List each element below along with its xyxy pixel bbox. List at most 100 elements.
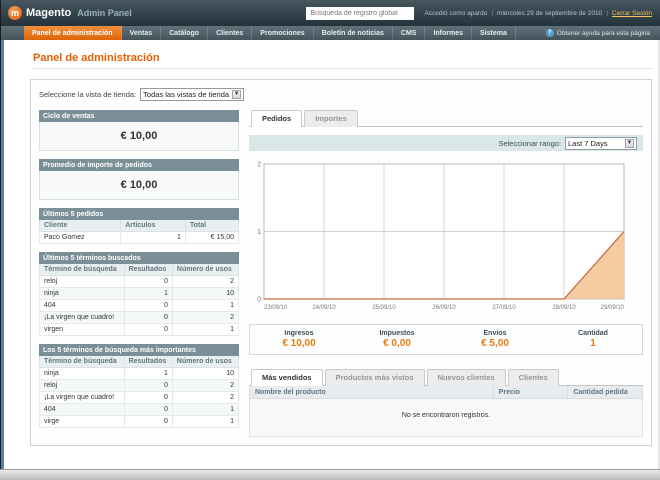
stat-label: Ingresos <box>284 330 314 337</box>
admin-header: m Magento Admin Panel Accedió como apard… <box>0 0 660 26</box>
cell: virgen <box>39 323 125 336</box>
cell: reloj <box>39 379 125 392</box>
range-label: Seleccionar rango: <box>498 138 561 148</box>
global-search-input[interactable] <box>306 6 415 20</box>
table-row[interactable]: virge 0 1 <box>39 415 240 428</box>
cell: 0 <box>123 323 173 336</box>
column-header: Artículos <box>120 220 186 232</box>
cell: Paco Gomez <box>38 231 122 244</box>
table-row[interactable]: ninja 1 10 <box>39 287 240 300</box>
column-header: Término de búsqueda <box>39 264 125 276</box>
tab-importes[interactable]: Importes <box>304 110 358 127</box>
table-row[interactable]: 404 0 1 <box>39 299 240 312</box>
column-header: Cliente <box>38 220 122 232</box>
avg-order-value: € 10,00 <box>39 171 239 200</box>
last-searched-terms-widget: Últimos 5 términos buscados Término de b… <box>39 252 240 336</box>
cell: 1 <box>171 403 240 416</box>
nav-item-ventas[interactable]: Ventas <box>122 26 162 40</box>
browser-bottom-bar <box>0 469 660 480</box>
empty-row: No se encontraron registros. <box>249 398 643 437</box>
table-row[interactable]: virgen 0 1 <box>39 323 240 336</box>
help-label: Obtener ayuda para esta página <box>556 29 650 37</box>
magento-logo-icon: m <box>8 6 22 20</box>
nav-item-informes[interactable]: Informes <box>425 26 473 40</box>
top-search-terms-widget: Los 5 términos de búsqueda más important… <box>39 344 240 428</box>
tab-productos-mas-vistos[interactable]: Productos más vistos <box>324 369 425 386</box>
dashboard-container: Seleccione la vista de tienda: Todas las… <box>30 79 652 446</box>
logo-suffix: Admin Panel <box>77 8 132 18</box>
stat-value: € 5,00 <box>481 338 509 349</box>
column-header: Número de usos <box>171 264 240 276</box>
table-row[interactable]: 404 0 1 <box>39 403 240 416</box>
tab-clientes[interactable]: Clientes <box>507 369 559 386</box>
logout-link[interactable]: Cerrar Sesión <box>612 10 652 17</box>
nav-item-boletin[interactable]: Boletín de noticias <box>314 26 393 40</box>
chevron-down-icon: ▼ <box>625 138 634 148</box>
cell: 2 <box>171 275 240 288</box>
cell: ¡La virgen que cuadro! <box>39 311 125 324</box>
svg-text:24/09/10: 24/09/10 <box>312 305 336 311</box>
cell: 2 <box>171 379 240 392</box>
cell: 1 <box>171 323 240 336</box>
column-header: Número de usos <box>171 356 240 368</box>
table-row[interactable]: reloj 0 2 <box>39 379 240 392</box>
store-view-value: Todas las vistas de tienda <box>143 90 230 99</box>
stat-value: € 0,00 <box>383 338 411 349</box>
table-header-row: Término de búsqueda Resultados Número de… <box>39 356 240 368</box>
stat-value: € 10,00 <box>282 338 316 349</box>
totals-box: Ingresos € 10,00 Impuestos € 0,00 Envíos… <box>249 324 643 355</box>
table-header-row: Cliente Artículos Total <box>38 220 240 232</box>
table-row[interactable]: reloj 0 2 <box>39 275 240 288</box>
store-view-select[interactable]: Todas las vistas de tienda ▼ <box>140 88 245 101</box>
column-header: Resultados <box>123 264 173 276</box>
sales-cycle-widget: Ciclo de ventas € 10,00 <box>39 110 239 151</box>
table-row[interactable]: ¡La virgen que cuadro! 0 2 <box>39 311 240 324</box>
magento-logo: m Magento Admin Panel <box>8 6 132 20</box>
dashboard-right-panel: Pedidos Importes Seleccionar rango: Last… <box>249 110 643 437</box>
svg-text:29/09/10: 29/09/10 <box>601 305 625 311</box>
window-left-edge <box>0 0 1 480</box>
orders-area-chart: 0 1 2 23/09/10 24/09/10 25/09/10 26/09/10 27/09… <box>257 162 625 312</box>
tab-nuevos-clientes[interactable]: Nuevos clientes <box>426 369 506 386</box>
nav-item-promociones[interactable]: Promociones <box>252 26 314 40</box>
dashboard-left-column: Ciclo de ventas € 10,00 Promedio de impo… <box>38 110 240 437</box>
svg-text:27/09/10: 27/09/10 <box>492 305 516 311</box>
range-select[interactable]: Last 7 Days ▼ <box>565 136 637 150</box>
tab-mas-vendidos[interactable]: Más vendidos <box>251 369 323 386</box>
cell: € 15,00 <box>184 231 240 244</box>
table-row[interactable]: ¡La virgen que cuadro! 0 2 <box>39 391 240 404</box>
top-search-terms-table: Término de búsqueda Resultados Número de… <box>39 356 240 428</box>
store-view-row: Seleccione la vista de tienda: Todas las… <box>39 88 643 101</box>
cell: 404 <box>39 299 125 312</box>
nav-item-sistema[interactable]: Sistema <box>472 26 516 40</box>
nav-item-cms[interactable]: CMS <box>393 26 426 40</box>
column-header: Nombre del producto <box>249 386 494 399</box>
stat-envios: Envíos € 5,00 <box>446 330 544 349</box>
cell: 10 <box>171 287 240 300</box>
empty-message: No se encontraron registros. <box>249 398 643 437</box>
table-row[interactable]: Paco Gomez 1 € 15,00 <box>38 231 240 244</box>
column-header: Precio <box>492 386 569 399</box>
nav-item-catalogo[interactable]: Catálogo <box>161 26 209 40</box>
current-date: miércoles 29 de septiembre de 2010 <box>497 9 603 17</box>
help-link[interactable]: ? Obtener ayuda para esta página <box>545 26 660 40</box>
nav-item-clientes[interactable]: Clientes <box>208 26 253 40</box>
cell: 0 <box>123 379 173 392</box>
last-orders-table: Cliente Artículos Total Paco Gomez 1 € 1… <box>38 220 240 244</box>
cell: 1 <box>120 231 186 244</box>
nav-item-dashboard[interactable]: Panel de administración <box>24 26 122 40</box>
cell: 0 <box>123 311 173 324</box>
cell: ¡La virgen que cuadro! <box>39 391 125 404</box>
meta-separator: | <box>606 9 608 17</box>
svg-text:26/09/10: 26/09/10 <box>432 305 456 311</box>
magento-admin-window: m Magento Admin Panel Accedió como apard… <box>0 0 660 480</box>
column-header: Resultados <box>123 356 173 368</box>
table-header-row: Nombre del producto Precio Cantidad pedi… <box>249 386 643 399</box>
stat-label: Impuestos <box>379 330 415 337</box>
orders-chart-wrap: 0 1 2 23/09/10 24/09/10 25/09/10 26/09/10 27/09… <box>249 159 643 316</box>
table-row[interactable]: ninja 1 10 <box>39 367 240 380</box>
table-header-row: Término de búsqueda Resultados Número de… <box>39 264 240 276</box>
stat-label: Envíos <box>483 330 507 337</box>
tab-pedidos[interactable]: Pedidos <box>251 110 303 127</box>
cell: 2 <box>171 391 240 404</box>
